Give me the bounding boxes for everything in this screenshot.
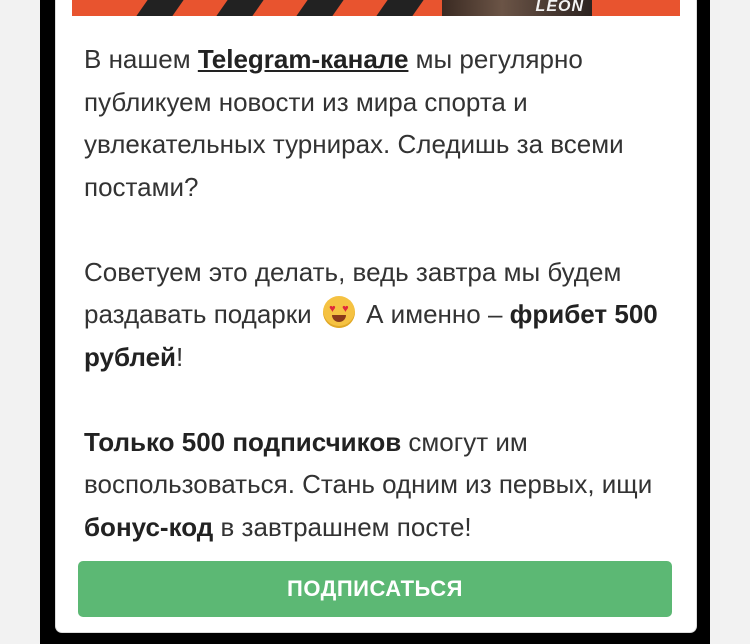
promo-banner-image: LEON [72,0,680,16]
message-body: В нашем Telegram-канале мы регулярно пуб… [84,38,664,548]
paragraph-limit: Только 500 подписчиков смогут им восполь… [84,421,664,549]
paragraph-intro: В нашем Telegram-канале мы регулярно пуб… [84,38,664,208]
subscribe-button[interactable]: ПОДПИСАТЬСЯ [78,561,672,617]
telegram-channel-link[interactable]: Telegram-канале [198,44,409,74]
bonus-code-text: бонус-код [84,511,214,542]
intro-text-start: В нашем [84,44,198,74]
subscriber-limit: Только 500 подписчиков [84,426,402,457]
heart-eyes-emoji-icon: ♥ ♥ [322,296,355,328]
gift-text-middle: А именно – [358,299,510,329]
paragraph-gift: Советуем это делать, ведь завтра мы буде… [84,251,664,379]
banner-logo: LEON [535,0,584,15]
gift-text-end: ! [176,341,184,372]
limit-text-end: в завтрашнем посте! [213,511,472,542]
